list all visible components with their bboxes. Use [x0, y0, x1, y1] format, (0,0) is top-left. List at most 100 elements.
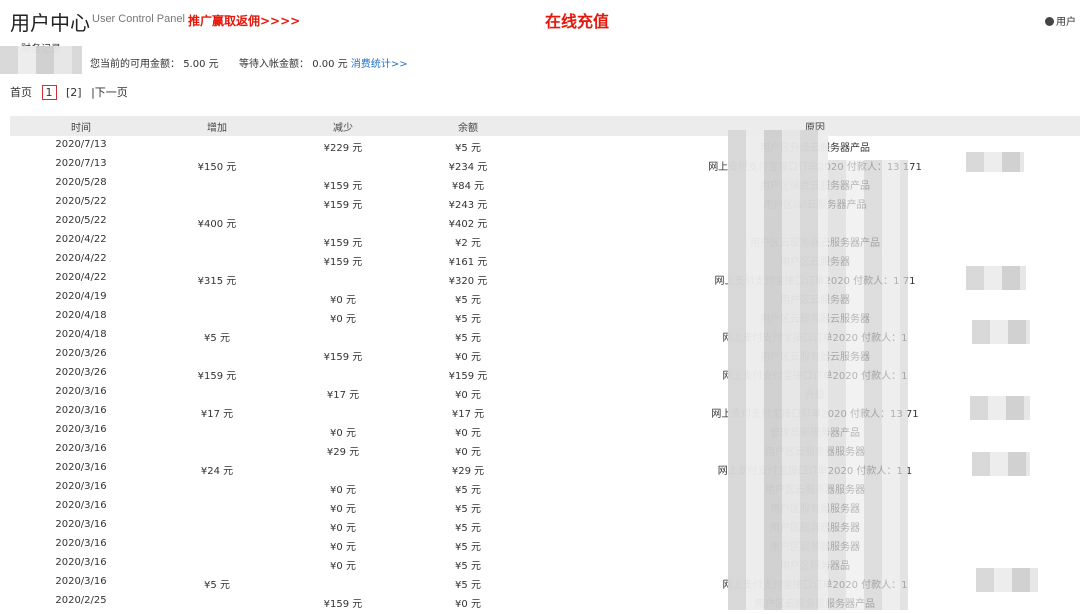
cell-decrease: ¥0 元 — [330, 523, 356, 534]
cell-time: 2020/4/19 — [55, 291, 107, 302]
cell-balance: ¥2 元 — [455, 238, 481, 249]
table-row: 2020/3/16 ¥5 元 ¥5 元 网上支付支付宝接口订单2020 付款人：1 — [10, 573, 1080, 592]
cell-reason: 升级 — [805, 390, 825, 401]
cell-balance: ¥5 元 — [455, 485, 481, 496]
col-reason: 原因 — [805, 123, 825, 134]
cell-reason: 用户区服务器服务器 — [770, 523, 860, 534]
table-row: 2020/3/16 ¥0 元 ¥5 元 用户区服务器品 — [10, 554, 1080, 573]
pager-page-1[interactable]: 1 — [41, 85, 57, 100]
table-row: 2020/4/22 ¥159 元 ¥161 元 用户区云服务器 — [10, 250, 1080, 269]
pager-page-2[interactable]: [2] — [66, 86, 82, 99]
cell-balance: ¥5 元 — [455, 314, 481, 325]
table-row: 2020/4/22 ¥159 元 ¥2 元 用户区云服务器云服务器产品 — [10, 231, 1080, 250]
pager-first[interactable]: 首页 — [10, 84, 32, 100]
cell-balance: ¥17 元 — [451, 409, 485, 420]
cell-reason: 网上支付支付宝接口订单2020 付款人：13 71 — [711, 409, 919, 420]
cell-time: 2020/7/13 — [55, 139, 107, 150]
page-title: 用户中心 — [10, 11, 90, 35]
col-balance: 余额 — [458, 123, 478, 134]
balance-summary: 您当前的可用金额： 5.00 元 等待入帐金额： 0.00 元 消费统计>> — [90, 55, 408, 70]
pager-next[interactable]: |下一页 — [91, 84, 128, 100]
cell-reason: 网上支付支付宝接口订单2020 付款人：1 — [722, 580, 908, 591]
online-recharge-link[interactable]: 在线充值 — [545, 8, 609, 32]
cell-balance: ¥243 元 — [448, 200, 488, 211]
table-row: 2020/3/16 ¥0 元 ¥5 元 用户区云服务器服务器 — [10, 478, 1080, 497]
available-value: 5.00 元 — [183, 59, 219, 70]
col-time: 时间 — [71, 123, 91, 134]
cell-increase: ¥24 元 — [200, 466, 234, 477]
cell-balance: ¥5 元 — [455, 143, 481, 154]
tab-finance-records[interactable]: 财务记录 — [21, 40, 61, 55]
table-row: 2020/7/13 ¥150 元 ¥234 元 网上支付支付宝接口订单2020 付款人… — [10, 155, 1080, 174]
cell-reason: 用户区云服务器云服务器 — [760, 352, 870, 363]
available-label: 您当前的可用金额： — [90, 59, 180, 70]
cell-balance: ¥5 元 — [455, 333, 481, 344]
cell-balance: ¥5 元 — [455, 523, 481, 534]
cell-balance: ¥5 元 — [455, 504, 481, 515]
cell-time: 2020/3/16 — [55, 405, 107, 416]
cell-decrease: ¥159 元 — [323, 599, 363, 610]
table-row: 2020/4/19 ¥0 元 ¥5 元 用户区云服务器 — [10, 288, 1080, 307]
table-row: 2020/3/16 ¥24 元 ¥29 元 网上支付支付宝接口订单2020 付款人：1… — [10, 459, 1080, 478]
cell-decrease: ¥159 元 — [323, 200, 363, 211]
cell-decrease: ¥229 元 — [323, 143, 363, 154]
cell-increase: ¥315 元 — [197, 276, 237, 287]
cell-reason: 网上支付支付宝接口订单2020 付款人：1 71 — [714, 276, 916, 287]
cell-balance: ¥0 元 — [455, 390, 481, 401]
cell-decrease: ¥0 元 — [330, 295, 356, 306]
cell-time: 2020/3/16 — [55, 443, 107, 454]
cell-decrease: ¥17 元 — [326, 390, 360, 401]
cell-increase: ¥150 元 — [197, 162, 237, 173]
cell-time: 2020/3/16 — [55, 481, 107, 492]
consumption-stats-link[interactable]: 消费统计>> — [351, 59, 408, 70]
cell-decrease: ¥159 元 — [323, 257, 363, 268]
cell-increase: ¥17 元 — [200, 409, 234, 420]
cell-reason: 用户区云服务器云服务器产品 — [750, 238, 880, 249]
cell-balance: ¥84 元 — [451, 181, 485, 192]
table-row: 2020/4/18 ¥0 元 ¥5 元 用户区云服务器云服务器 — [10, 307, 1080, 326]
table-row: 2020/5/22 ¥400 元 ¥402 元 — [10, 212, 1080, 231]
cell-time: 2020/3/16 — [55, 519, 107, 530]
cell-decrease: ¥159 元 — [323, 352, 363, 363]
cell-reason: 用户区云服务器 — [780, 257, 850, 268]
table-row: 2020/3/16 ¥0 元 ¥0 元 管理员新服务器产品 — [10, 421, 1080, 440]
table-row: 2020/5/28 ¥159 元 ¥84 元 用户区续费云服务器产品 — [10, 174, 1080, 193]
table-body: 2020/7/13 ¥229 元 ¥5 元 用户区升级云服务器产品 2020/7/13 ¥… — [10, 136, 1080, 611]
cell-reason: 用户区云服务器 — [780, 295, 850, 306]
cell-reason: 用户区服务器服务器 — [770, 542, 860, 553]
table-row: 2020/2/25 ¥159 元 ¥0 元 用户区云服务器服务器产品 — [10, 592, 1080, 611]
cell-time: 2020/4/18 — [55, 310, 107, 321]
page-subtitle: User Control Panel — [92, 13, 185, 25]
cell-time: 2020/3/26 — [55, 367, 107, 378]
table-row: 2020/3/16 ¥17 元 ¥17 元 网上支付支付宝接口订单2020 付款人：1… — [10, 402, 1080, 421]
cell-reason: 用户区服务器品 — [780, 561, 850, 572]
cell-time: 2020/5/22 — [55, 215, 107, 226]
cell-balance: ¥0 元 — [455, 428, 481, 439]
cell-balance: ¥5 元 — [455, 580, 481, 591]
cell-decrease: ¥0 元 — [330, 504, 356, 515]
user-menu-label: 用户 — [1056, 17, 1076, 28]
cell-increase: ¥400 元 — [197, 219, 237, 230]
cell-reason: 网上支付支付宝接口订单2020 付款人：1 — [722, 333, 908, 344]
cell-time: 2020/3/16 — [55, 386, 107, 397]
cell-time: 2020/3/16 — [55, 557, 107, 568]
cell-balance: ¥0 元 — [455, 352, 481, 363]
user-icon — [1045, 17, 1054, 26]
table-row: 2020/4/22 ¥315 元 ¥320 元 网上支付支付宝接口订单2020 付款人… — [10, 269, 1080, 288]
cell-time: 2020/4/22 — [55, 272, 107, 283]
promo-link[interactable]: 推广赢取返佣>>>> — [188, 12, 300, 29]
cell-balance: ¥0 元 — [455, 447, 481, 458]
cell-time: 2020/3/16 — [55, 500, 107, 511]
cell-time: 2020/5/28 — [55, 177, 107, 188]
cell-time: 2020/3/16 — [55, 424, 107, 435]
pending-label: 等待入帐金额： — [239, 59, 310, 70]
user-menu[interactable]: 用户 — [1045, 13, 1076, 28]
cell-balance: ¥5 元 — [455, 295, 481, 306]
cell-balance: ¥5 元 — [455, 561, 481, 572]
cell-reason: 管理员新服务器产品 — [770, 428, 860, 439]
cell-balance: ¥402 元 — [448, 219, 488, 230]
table-row: 2020/3/16 ¥0 元 ¥5 元 用户区服务器服务器 — [10, 516, 1080, 535]
cell-balance: ¥0 元 — [455, 599, 481, 610]
cell-time: 2020/3/16 — [55, 538, 107, 549]
table-row: 2020/3/16 ¥0 元 ¥5 元 用户区服务器服务器 — [10, 535, 1080, 554]
